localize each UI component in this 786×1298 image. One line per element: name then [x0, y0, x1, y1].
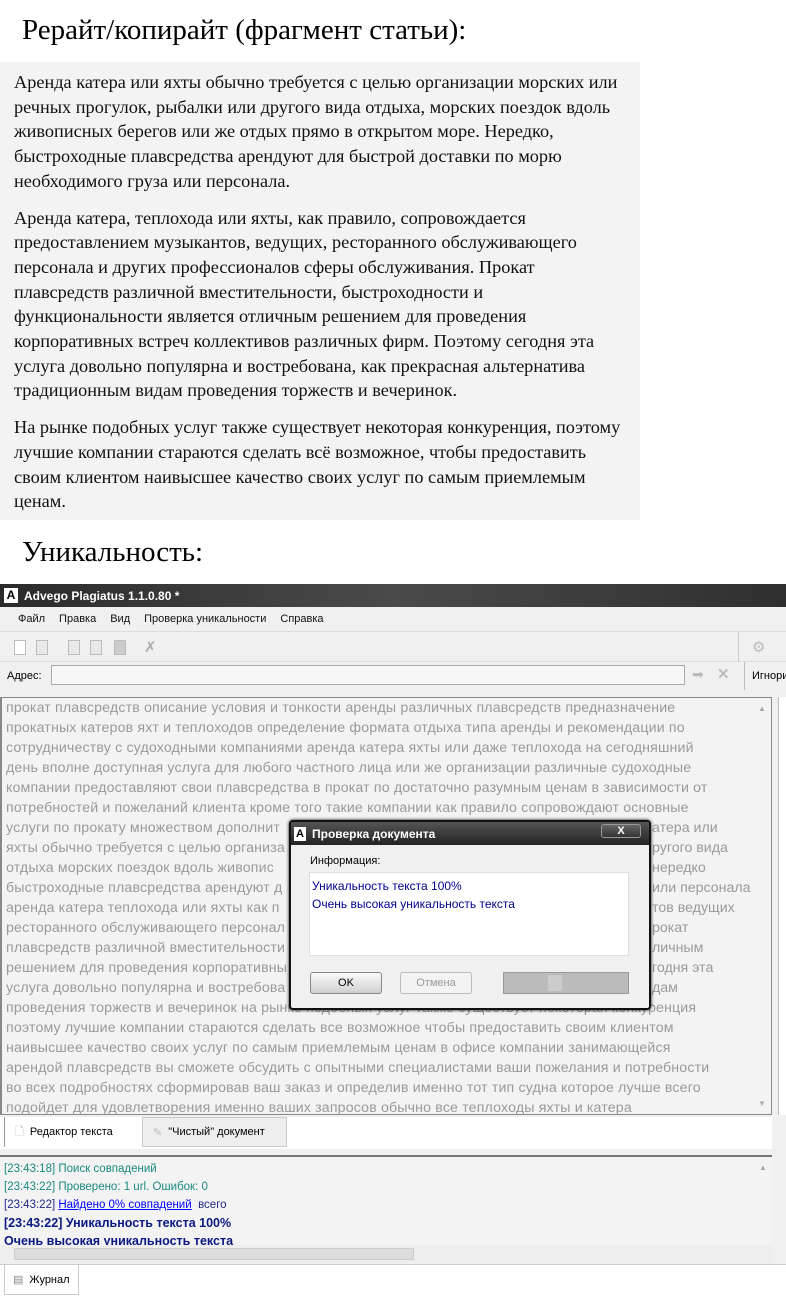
editor-line: во всех подробностях сформировав ваш зак… — [6, 1080, 701, 1096]
tab-clean-document[interactable]: ✎ "Чистый" документ — [142, 1117, 287, 1147]
address-label: Адрес: — [7, 670, 42, 682]
menu-edit[interactable]: Правка — [59, 613, 96, 625]
editor-line: поэтому лучшие компании стараются сделат… — [6, 1020, 674, 1036]
log-time: [23:43:22] — [4, 1181, 56, 1193]
toolbar: ✗ ⚙ — [0, 632, 786, 662]
editor-line: решением для проведения корпоративны — [6, 960, 288, 976]
menu-view[interactable]: Вид — [110, 613, 130, 625]
editor-line: прокатных катеров яхт и теплоходов опред… — [6, 720, 685, 736]
log-time: [23:43:18] — [4, 1163, 56, 1175]
ignore-label[interactable]: Игнори — [752, 670, 786, 682]
bottom-tabs: ▤ Журнал — [0, 1264, 786, 1298]
editor-line: подойдет для удовлетворения именно ваших… — [6, 1100, 632, 1116]
editor-line: быстроходные плавсредства арендуют д — [6, 880, 283, 896]
editor-line: отдыха морских поездок вдоль живопис — [6, 860, 274, 876]
editor-line: прокат плавсредств описание условия и то… — [6, 700, 676, 716]
article-fragment: Аренда катера или яхты обычно требуется … — [0, 62, 640, 520]
uniqueness-heading: Уникальность: — [22, 536, 204, 568]
editor-line: аренда катера теплохода или яхты как п — [6, 900, 280, 916]
editor-line: услуги по прокату множеством дополнит — [6, 820, 280, 836]
gear-icon[interactable]: ⚙ — [752, 638, 765, 656]
rewrite-heading: Рерайт/копирайт (фрагмент статьи): — [22, 14, 467, 46]
editor-line: сотрудничеству с судоходными компаниями … — [6, 740, 694, 756]
check-document-dialog: A Проверка документа X Информация: Уника… — [289, 820, 651, 1010]
open-icon[interactable] — [36, 640, 48, 655]
editor-line: компании предоставляют свои плавсредства… — [6, 780, 708, 796]
editor-line-fragment: нередко — [652, 860, 706, 876]
go-arrow-icon[interactable]: ➡ — [692, 666, 704, 683]
editor-line: наивысшее качество своих услуг по самым … — [6, 1040, 671, 1056]
article-paragraph: Аренда катера или яхты обычно требуется … — [14, 72, 618, 191]
new-icon[interactable] — [14, 640, 26, 655]
menu-bar: Файл Правка Вид Проверка уникальности Сп… — [0, 607, 786, 632]
article-paragraph: Аренда катера, теплохода или яхты, как п… — [14, 207, 595, 401]
editor-scrollbar[interactable]: ▲ ▼ — [755, 700, 769, 1112]
address-input[interactable] — [51, 665, 685, 685]
editor-line-fragment: дам — [652, 980, 678, 996]
dialog-title: Проверка документа — [312, 826, 436, 841]
info-label: Информация: — [310, 855, 381, 867]
editor-line: услуга довольно популярна и востребова — [6, 980, 286, 996]
dialog-title-bar: A Проверка документа X — [291, 822, 649, 845]
menu-file[interactable]: Файл — [18, 613, 45, 625]
editor-line: арендой плавсредств вы сможете обсудить … — [6, 1060, 710, 1076]
ok-button[interactable]: OK — [310, 972, 382, 994]
app-logo-icon: A — [294, 826, 306, 841]
editor-line: ресторанного обслуживающего персонал — [6, 920, 286, 936]
cancel-button[interactable]: Отмена — [400, 972, 472, 994]
editor-line-fragment: годня эта — [652, 960, 714, 976]
cut-icon[interactable] — [68, 640, 80, 655]
editor-line-fragment: ругого вида — [652, 840, 728, 856]
close-button[interactable]: X — [601, 824, 641, 838]
paste-icon[interactable] — [114, 640, 126, 655]
copy-icon[interactable] — [90, 640, 102, 655]
editor-line-fragment: атера или — [652, 820, 718, 836]
tab-journal[interactable]: ▤ Журнал — [4, 1265, 79, 1295]
title-bar: A Advego Plagiatus 1.1.0.80 * — [0, 584, 786, 607]
progress-bar — [503, 972, 629, 994]
editor-line: потребностей и пожеланий клиента кроме т… — [6, 800, 689, 816]
editor-tabs: 🗋 Редактор текста ✎ "Чистый" документ — [0, 1117, 772, 1149]
tab-label: Журнал — [29, 1273, 70, 1286]
log-scrollbar[interactable]: ▲ — [756, 1159, 770, 1247]
journal-icon: ▤ — [13, 1274, 24, 1286]
log-hscrollbar[interactable] — [0, 1245, 772, 1263]
info-box: Уникальность текста 100% Очень высокая у… — [309, 872, 629, 956]
log-text: Поиск совпадений — [58, 1163, 157, 1175]
log-text: Проверено: 1 url. Ошибок: 0 — [58, 1181, 208, 1193]
editor-line: яхты обычно требуется с целью организа — [6, 840, 285, 856]
brush-icon: ✎ — [153, 1126, 163, 1139]
document-icon: 🗋 — [15, 1125, 24, 1138]
menu-help[interactable]: Справка — [280, 613, 323, 625]
clear-address-icon[interactable]: ✕ — [717, 665, 730, 683]
clear-icon[interactable]: ✗ — [144, 638, 157, 656]
address-bar: Адрес: ➡ ✕ Игнори — [0, 662, 786, 692]
log-text: всего — [198, 1199, 227, 1211]
menu-check[interactable]: Проверка уникальности — [144, 613, 266, 625]
editor-line-fragment: рокат — [652, 920, 689, 936]
log-time: [23:43:22] — [4, 1199, 56, 1211]
editor-line-fragment: тов ведущих — [652, 900, 735, 916]
app-logo-icon: A — [4, 588, 18, 603]
editor-line: плавсредств различной вместительности — [6, 940, 286, 956]
matches-link[interactable]: Найдено 0% совпадений — [58, 1199, 191, 1211]
editor-line-fragment: или персонала — [652, 880, 751, 896]
right-panel — [778, 697, 786, 1115]
tab-label: Редактор текста — [29, 1126, 113, 1138]
info-verdict: Очень высокая уникальность текста — [312, 897, 515, 911]
article-paragraph: На рынке подобных услуг также существует… — [14, 417, 621, 512]
tab-label: "Чистый" документ — [168, 1126, 265, 1138]
tab-text-editor[interactable]: 🗋 Редактор текста — [4, 1117, 142, 1147]
editor-line-fragment: личным — [652, 940, 704, 956]
editor-line: день вполне доступная услуга для любого … — [6, 760, 692, 776]
log-uniqueness: [23:43:22] Уникальность текста 100% — [4, 1216, 232, 1230]
info-uniqueness: Уникальность текста 100% — [312, 879, 462, 893]
window-title: Advego Plagiatus 1.1.0.80 * — [24, 588, 180, 603]
